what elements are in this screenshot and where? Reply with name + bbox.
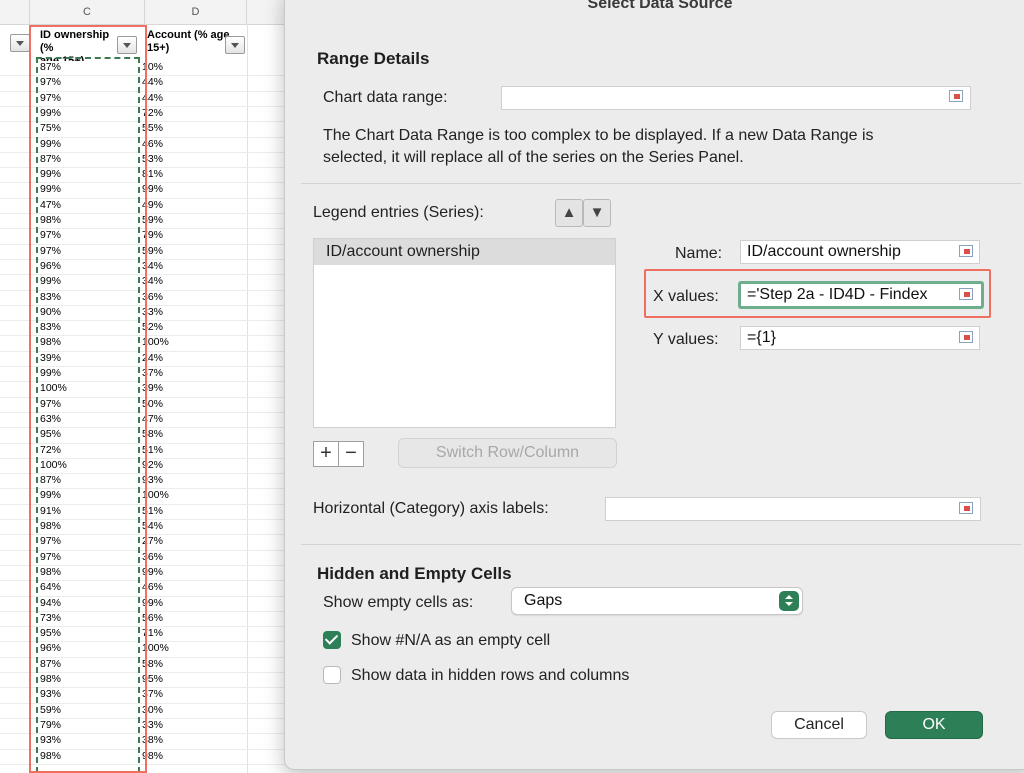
name-label: Name: bbox=[675, 245, 723, 262]
cell-account[interactable]: 92% bbox=[142, 458, 232, 473]
separator bbox=[301, 544, 1021, 545]
column-header-b[interactable] bbox=[0, 0, 30, 24]
cell-account[interactable]: 53% bbox=[142, 152, 232, 167]
hidden-empty-title: Hidden and Empty Cells bbox=[317, 564, 512, 583]
cell-account[interactable]: 100% bbox=[142, 335, 232, 350]
show-empty-select[interactable]: Gaps bbox=[511, 587, 803, 615]
cell-account[interactable]: 37% bbox=[142, 366, 232, 381]
cell-account[interactable]: 100% bbox=[142, 641, 232, 656]
cell-account[interactable]: 59% bbox=[142, 213, 232, 228]
filter-dropdown-button[interactable] bbox=[10, 34, 30, 52]
cell-account[interactable]: 55% bbox=[142, 121, 232, 136]
cell-account[interactable]: 52% bbox=[142, 320, 232, 335]
cell-account[interactable]: 98% bbox=[142, 749, 232, 764]
cell-account[interactable]: 36% bbox=[142, 550, 232, 565]
cell-account[interactable]: 93% bbox=[142, 473, 232, 488]
cell-account[interactable]: 100% bbox=[142, 488, 232, 503]
cell-account[interactable]: 34% bbox=[142, 259, 232, 274]
arrow-down-icon[interactable]: ▼ bbox=[583, 199, 611, 227]
cell-account[interactable]: 72% bbox=[142, 106, 232, 121]
cell-account[interactable]: 10% bbox=[142, 60, 232, 75]
cell-account[interactable]: 58% bbox=[142, 657, 232, 672]
show-na-label: Show #N/A as an empty cell bbox=[351, 632, 551, 649]
cell-account[interactable]: 79% bbox=[142, 228, 232, 243]
cell-account[interactable]: 37% bbox=[142, 687, 232, 702]
cell-account[interactable]: 56% bbox=[142, 611, 232, 626]
series-name-input[interactable]: ID/account ownership bbox=[740, 240, 980, 264]
chevron-updown-icon bbox=[779, 591, 799, 611]
switch-row-column-button[interactable]: Switch Row/Column bbox=[398, 438, 617, 468]
cell-account[interactable]: 54% bbox=[142, 519, 232, 534]
cell-account[interactable]: 33% bbox=[142, 305, 232, 320]
y-values-label: Y values: bbox=[653, 331, 719, 348]
cell-account[interactable]: 95% bbox=[142, 672, 232, 687]
range-select-icon[interactable] bbox=[947, 88, 967, 106]
remove-series-button[interactable]: − bbox=[338, 441, 364, 467]
column-c-highlight bbox=[29, 25, 147, 773]
cell-account[interactable]: 59% bbox=[142, 244, 232, 259]
range-details-title: Range Details bbox=[317, 49, 430, 68]
legend-entries-label: Legend entries (Series): bbox=[313, 204, 484, 221]
chart-data-range-label: Chart data range: bbox=[323, 89, 448, 106]
cell-account[interactable]: 99% bbox=[142, 182, 232, 197]
ok-button[interactable]: OK bbox=[885, 711, 983, 739]
category-axis-label: Horizontal (Category) axis labels: bbox=[313, 500, 549, 517]
cell-account[interactable]: 47% bbox=[142, 412, 232, 427]
cell-account[interactable]: 30% bbox=[142, 703, 232, 718]
cell-account[interactable]: 50% bbox=[142, 397, 232, 412]
show-na-checkbox[interactable] bbox=[323, 631, 341, 649]
name-range-select-icon[interactable] bbox=[957, 243, 977, 261]
chart-data-range-input[interactable] bbox=[501, 86, 971, 110]
column-header-e[interactable] bbox=[247, 0, 287, 24]
show-hidden-label: Show data in hidden rows and columns bbox=[351, 667, 630, 684]
cell-account[interactable]: 36% bbox=[142, 290, 232, 305]
y-values-input[interactable]: ={1} bbox=[740, 326, 980, 350]
dialog-title: Select Data Source bbox=[587, 0, 733, 12]
cell-account[interactable]: 24% bbox=[142, 351, 232, 366]
y-values-range-select-icon[interactable] bbox=[957, 329, 977, 347]
x-values-highlight bbox=[644, 269, 991, 318]
cell-account[interactable]: 99% bbox=[142, 596, 232, 611]
cancel-button[interactable]: Cancel bbox=[771, 711, 867, 739]
cell-account[interactable]: 44% bbox=[142, 75, 232, 90]
series-list[interactable]: ID/account ownership bbox=[313, 238, 616, 428]
cell-account[interactable]: 58% bbox=[142, 427, 232, 442]
column-header-c[interactable]: C bbox=[30, 0, 145, 24]
category-range-select-icon[interactable] bbox=[957, 500, 977, 518]
cell-account[interactable]: 33% bbox=[142, 718, 232, 733]
series-list-item[interactable]: ID/account ownership bbox=[314, 239, 615, 265]
cell-account[interactable]: 44% bbox=[142, 91, 232, 106]
cell-account[interactable]: 51% bbox=[142, 504, 232, 519]
select-data-source-dialog: Select Data Source Range Details Chart d… bbox=[284, 0, 1024, 770]
cell-account[interactable]: 34% bbox=[142, 274, 232, 289]
arrow-up-icon[interactable]: ▲ bbox=[555, 199, 583, 227]
cell-account[interactable]: 81% bbox=[142, 167, 232, 182]
cell-account[interactable]: 27% bbox=[142, 534, 232, 549]
category-axis-input[interactable] bbox=[605, 497, 981, 521]
cell-account[interactable]: 38% bbox=[142, 733, 232, 748]
add-series-button[interactable]: + bbox=[313, 441, 339, 467]
cell-account[interactable]: 46% bbox=[142, 580, 232, 595]
cell-account[interactable]: 99% bbox=[142, 565, 232, 580]
header-cell-account[interactable]: Account (% age 15+) bbox=[143, 25, 231, 61]
show-empty-value: Gaps bbox=[524, 592, 563, 609]
show-hidden-checkbox[interactable] bbox=[323, 666, 341, 684]
cell-account[interactable]: 46% bbox=[142, 137, 232, 152]
cell-account[interactable]: 71% bbox=[142, 626, 232, 641]
show-empty-label: Show empty cells as: bbox=[323, 594, 474, 611]
range-info-text: The Chart Data Range is too complex to b… bbox=[323, 127, 874, 166]
cell-account[interactable]: 39% bbox=[142, 381, 232, 396]
cell-account[interactable]: 51% bbox=[142, 443, 232, 458]
separator bbox=[301, 183, 1021, 184]
cell-account[interactable]: 49% bbox=[142, 198, 232, 213]
column-header-d[interactable]: D bbox=[145, 0, 247, 24]
filter-dropdown-button[interactable] bbox=[225, 36, 245, 54]
